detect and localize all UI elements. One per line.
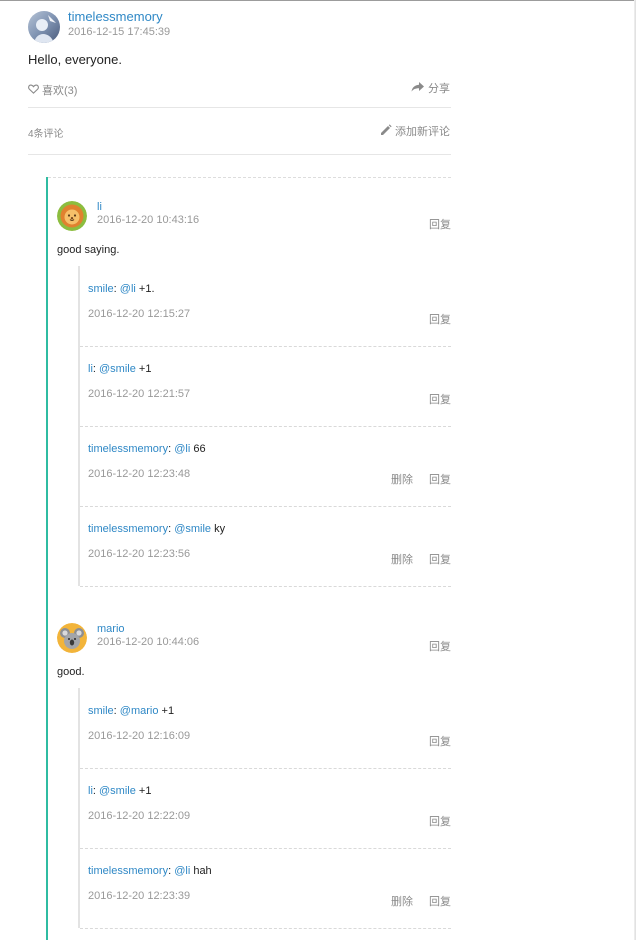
reply-message: +1 [135,785,152,797]
share-button[interactable]: 分享 [411,80,450,96]
post-timestamp: 2016-12-15 17:45:39 [68,26,171,38]
comment-timestamp: 2016-12-20 10:44:06 [97,636,200,648]
reply-user[interactable]: smile [88,705,114,717]
reply-message: +1 [135,363,152,375]
reply-item: li: @smile +1 2016-12-20 12:22:09 回复 [80,768,451,849]
reply-text: timelessmemory: @li 66 [88,443,206,455]
reply-item: smile: @li +1. 2016-12-20 12:15:27 回复 [80,266,451,347]
reply-user[interactable]: smile [88,283,114,295]
reply-timestamp: 2016-12-20 12:15:27 [88,308,191,320]
reply-button[interactable]: 回复 [429,216,451,232]
add-comment-label: 添加新评论 [395,126,450,138]
reply-text: timelessmemory: @smile ky [88,523,225,535]
reply-message: +1 [158,705,175,717]
top-divider [0,0,636,1]
comment-body: good saying. [57,244,120,256]
reply-message: hah [190,865,212,877]
reply-mention[interactable]: @li [174,443,190,455]
reply-item: smile: @mario +1 2016-12-20 12:16:09 回复 [80,688,451,769]
share-arrow-icon [411,81,424,95]
add-comment-button[interactable]: 添加新评论 [380,123,450,139]
reply-mention[interactable]: @smile [99,785,136,797]
reply-message: ky [211,523,226,535]
divider [28,154,451,155]
reply-colon: : [113,705,117,717]
reply-text: smile: @li +1. [88,283,155,295]
delete-button[interactable]: 删除 [391,471,413,487]
post-author-avatar[interactable] [28,11,60,43]
reply-colon: : [92,785,96,797]
reply-mention[interactable]: @smile [174,523,211,535]
reply-timestamp: 2016-12-20 12:21:57 [88,388,191,400]
avatar[interactable] [57,623,87,653]
reply-button[interactable]: 回复 [429,391,451,407]
reply-user[interactable]: timelessmemory [88,865,168,877]
comments-section: li 2016-12-20 10:43:16 回复 good saying. s… [46,177,451,940]
reply-button[interactable]: 回复 [429,733,451,749]
comments-accent-bar [46,177,48,940]
reply-colon: : [168,443,172,455]
reply-timestamp: 2016-12-20 12:22:09 [88,810,191,822]
divider [28,107,451,108]
reply-timestamp: 2016-12-20 12:23:48 [88,468,191,480]
delete-button[interactable]: 删除 [391,893,413,909]
reply-button[interactable]: 回复 [429,813,451,829]
like-label: 喜欢(3) [42,85,78,97]
reply-colon: : [168,523,172,535]
comment-count: 4条评论 [28,129,64,140]
reply-button[interactable]: 回复 [429,471,451,487]
reply-user[interactable]: timelessmemory [88,523,168,535]
reply-item: li: @smile +1 2016-12-20 12:21:57 回复 [80,346,451,427]
reply-button[interactable]: 回复 [429,893,451,909]
comment-body: good. [57,666,85,678]
reply-button[interactable]: 回复 [429,551,451,567]
reply-mention[interactable]: @smile [99,363,136,375]
reply-button[interactable]: 回复 [429,638,451,654]
post-author-name[interactable]: timelessmemory [68,9,163,24]
post-body: Hello, everyone. [28,52,122,67]
reply-item: timelessmemory: @li hah 2016-12-20 12:23… [80,848,451,929]
comment-timestamp: 2016-12-20 10:43:16 [97,214,200,226]
dashed-divider [48,177,451,178]
comment-author[interactable]: li [97,201,102,213]
reply-item: timelessmemory: @smile ky 2016-12-20 12:… [80,506,451,587]
reply-user[interactable]: timelessmemory [88,443,168,455]
reply-timestamp: 2016-12-20 12:23:39 [88,890,191,902]
reply-colon: : [168,865,172,877]
reply-message: +1. [135,283,155,295]
reply-colon: : [92,363,96,375]
reply-message: 66 [190,443,206,455]
reply-mention[interactable]: @mario [120,705,159,717]
reply-item: timelessmemory: @li 66 2016-12-20 12:23:… [80,426,451,507]
reply-mention[interactable]: @li [174,865,190,877]
delete-button[interactable]: 删除 [391,551,413,567]
like-button[interactable]: 喜欢(3) [28,82,77,98]
reply-timestamp: 2016-12-20 12:23:56 [88,548,191,560]
reply-text: li: @smile +1 [88,363,151,375]
avatar[interactable] [57,201,87,231]
reply-text: li: @smile +1 [88,785,151,797]
pencil-icon [380,123,392,139]
reply-mention[interactable]: @li [120,283,136,295]
reply-button[interactable]: 回复 [429,311,451,327]
share-label: 分享 [428,83,450,95]
reply-timestamp: 2016-12-20 12:16:09 [88,730,191,742]
reply-text: smile: @mario +1 [88,705,174,717]
reply-colon: : [113,283,117,295]
comment-author[interactable]: mario [97,623,125,635]
heart-outline-icon [28,84,39,97]
reply-text: timelessmemory: @li hah [88,865,212,877]
